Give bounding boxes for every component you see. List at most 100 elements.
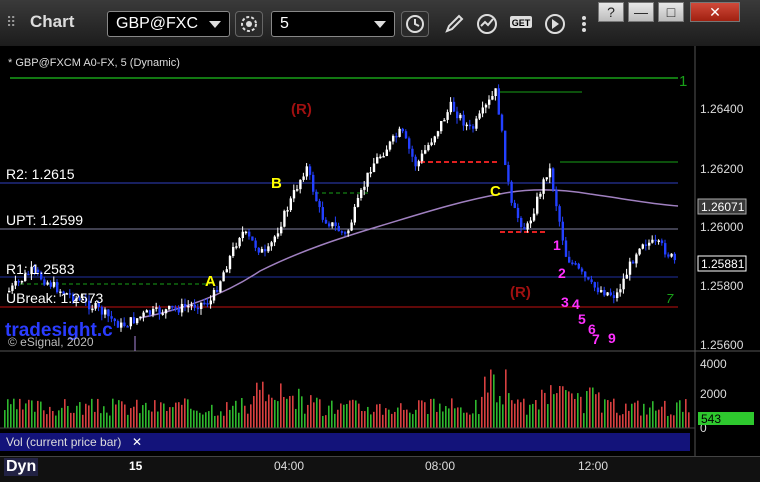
volume-bar: [370, 414, 372, 428]
volume-bar: [538, 409, 540, 428]
volume-bar: [295, 408, 297, 428]
candle-body: [206, 303, 209, 305]
volume-bar: [361, 411, 363, 428]
candle-body: [660, 240, 664, 244]
volume-bar: [190, 408, 192, 428]
draw-button[interactable]: [440, 11, 468, 37]
volume-bar: [115, 404, 117, 428]
volume-bar: [622, 414, 624, 428]
volume-bar: [304, 413, 306, 428]
volume-bar: [52, 410, 54, 428]
volume-bar: [616, 412, 618, 428]
volume-pane-label: Vol (current price bar): [0, 433, 690, 451]
volume-bar: [82, 414, 84, 428]
help-button[interactable]: ?: [598, 2, 624, 22]
volume-bar: [139, 413, 141, 428]
minimize-button[interactable]: —: [628, 2, 654, 22]
volume-bar: [487, 392, 489, 428]
copyright: © eSignal, 2020: [8, 335, 94, 349]
volume-bar: [355, 400, 357, 428]
volume-bar: [298, 388, 300, 428]
grip-icon[interactable]: ⠿: [6, 14, 22, 30]
volume-bar: [388, 409, 390, 428]
studies-button[interactable]: [473, 11, 501, 37]
volume-bar: [61, 407, 63, 428]
play-button[interactable]: [541, 11, 569, 37]
candle-body: [488, 99, 491, 105]
volume-bar: [442, 411, 444, 428]
volume-bar: [76, 405, 78, 428]
candle-body: [328, 223, 331, 227]
candle-body: [17, 280, 20, 283]
svg-text:GET: GET: [512, 18, 531, 28]
volume-bar: [106, 412, 108, 428]
window-title: Chart: [30, 12, 75, 31]
dyn-button[interactable]: Dyn: [4, 458, 39, 476]
volume-bar: [64, 399, 66, 428]
symbol-label: * GBP@FXCM A0-FX, 5 (Dynamic): [8, 57, 180, 69]
volume-bar: [367, 406, 369, 428]
volume-bar: [535, 400, 537, 428]
volume-bar: [598, 392, 600, 428]
volume-label: Vol (current price bar): [6, 435, 122, 449]
candle-body: [449, 101, 452, 113]
candle-body: [568, 256, 571, 263]
volume-bar: [229, 409, 231, 428]
candle-body: [264, 249, 267, 252]
candle-body: [481, 107, 484, 114]
volume-bar: [610, 401, 612, 428]
candle-body: [276, 233, 280, 237]
candle-body: [648, 242, 651, 246]
interval-selector[interactable]: 5: [271, 11, 395, 37]
volume-bar: [268, 394, 270, 428]
volume-bar: [400, 403, 402, 428]
ma-price-tag-text: 1.26071: [701, 200, 745, 214]
get-button[interactable]: GET: [506, 11, 534, 37]
candle-body: [417, 161, 420, 167]
volume-bar: [517, 399, 519, 428]
close-button[interactable]: ✕: [690, 2, 740, 22]
volume-bar: [580, 396, 582, 428]
volume-bar: [472, 413, 474, 428]
candle-body: [126, 326, 129, 328]
close-study-icon[interactable]: ✕: [131, 436, 143, 448]
volume-bar: [676, 402, 678, 428]
volume-bar: [475, 399, 477, 428]
play-icon: [545, 14, 565, 34]
candle-body: [654, 239, 657, 242]
candle-body: [632, 261, 635, 264]
candle-body: [670, 253, 673, 257]
maximize-button[interactable]: □: [658, 2, 684, 22]
volume-bar: [238, 412, 240, 428]
volume-bar: [325, 415, 327, 428]
volume-bar: [670, 414, 672, 428]
candle-body: [315, 191, 318, 202]
volume-bar: [193, 410, 195, 428]
candle-body: [273, 236, 276, 243]
seq-7-green: 7: [666, 291, 674, 306]
volume-bar: [529, 404, 531, 428]
annotation-c: C: [490, 183, 501, 200]
candle-body: [43, 279, 46, 285]
r1-label: R1: 1.2583: [6, 261, 75, 277]
time-button[interactable]: [401, 11, 429, 37]
volume-bar: [364, 411, 366, 428]
volume-bar: [454, 408, 456, 428]
volume-bar: [142, 405, 144, 428]
candle-body: [616, 292, 619, 299]
candle-body: [411, 148, 414, 157]
volume-bar: [427, 414, 429, 428]
settings-button[interactable]: [235, 11, 263, 37]
symbol-selector[interactable]: GBP@FXC: [107, 11, 230, 37]
volume-bar: [394, 411, 396, 428]
candle-body: [516, 207, 520, 218]
volume-bar: [109, 415, 111, 428]
candle-body: [622, 278, 625, 290]
candle-body: [539, 193, 542, 197]
price-chart[interactable]: * GBP@FXCM A0-FX, 5 (Dynamic) R2: 1.2615…: [0, 46, 760, 456]
candle-body: [248, 231, 251, 237]
volume-bar: [154, 400, 156, 428]
more-button[interactable]: [570, 11, 598, 37]
candle-body: [107, 309, 110, 317]
candle-body: [203, 302, 206, 305]
